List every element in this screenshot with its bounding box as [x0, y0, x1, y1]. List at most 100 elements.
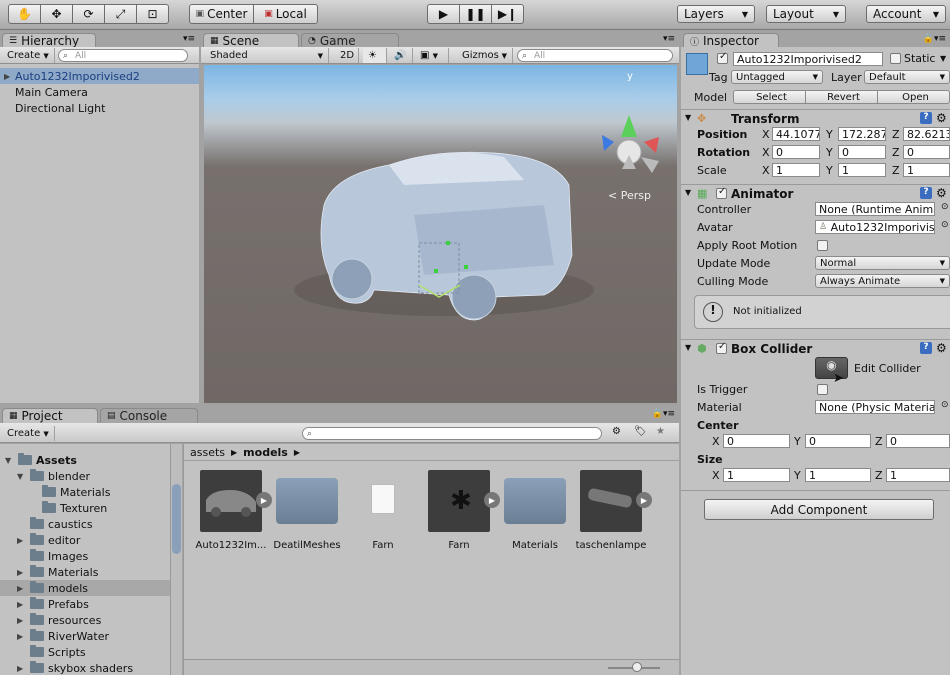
filter-type-icon[interactable]: ⚙	[612, 426, 621, 437]
asset-farn-file[interactable]: Farn	[347, 470, 419, 551]
tree-folder-item[interactable]: Materials	[0, 484, 170, 500]
help-icon[interactable]: ?	[920, 112, 932, 124]
tree-folder-item[interactable]: ▶ editor	[0, 532, 170, 548]
scene-audio-toggle[interactable]: 🔊	[389, 48, 413, 63]
asset-farn-mesh[interactable]: ✱ ▶ Farn	[423, 470, 500, 551]
layers-dropdown[interactable]: Layers ▼	[677, 5, 755, 23]
move-tool-button[interactable]: ✥	[40, 4, 73, 24]
filter-label-icon[interactable]: 🏷	[634, 426, 647, 437]
expand-asset-icon[interactable]: ▶	[256, 492, 272, 508]
rotation-z-input[interactable]: 0	[903, 145, 950, 159]
model-select-button[interactable]: Select	[733, 90, 806, 104]
center-z-input[interactable]: 0	[886, 434, 950, 448]
step-button[interactable]: ▶❙	[491, 4, 524, 24]
apply-root-motion-checkbox[interactable]	[817, 240, 828, 251]
position-y-input[interactable]: 172.287	[838, 127, 886, 141]
rect-tool-button[interactable]: ⊡	[136, 4, 169, 24]
scene-search-input[interactable]: ⌕ All	[517, 49, 673, 62]
expand-arrow-icon[interactable]: ▶	[17, 600, 23, 609]
scene-viewport[interactable]: y < Persp	[204, 65, 677, 403]
layout-dropdown[interactable]: Layout ▼	[766, 5, 846, 23]
size-x-input[interactable]: 1	[723, 468, 790, 482]
account-dropdown[interactable]: Account ▼	[866, 5, 946, 23]
hierarchy-item-directional-light[interactable]: Directional Light	[0, 100, 199, 116]
tree-folder-item[interactable]: ▼ blender	[0, 468, 170, 484]
tree-folder-item[interactable]: ▶ Materials	[0, 564, 170, 580]
static-dropdown-arrow-icon[interactable]: ▼	[940, 54, 946, 63]
asset-materials-folder[interactable]: Materials	[499, 470, 571, 551]
hand-tool-button[interactable]: ✋	[8, 4, 41, 24]
size-y-input[interactable]: 1	[805, 468, 871, 482]
settings-gear-icon[interactable]: ⚙	[936, 111, 947, 125]
static-checkbox[interactable]	[890, 53, 901, 64]
breadcrumb-assets[interactable]: assets	[190, 446, 225, 459]
layer-dropdown[interactable]: Default ▼	[864, 70, 950, 84]
tree-folder-item[interactable]: ▶ RiverWater	[0, 628, 170, 644]
is-trigger-checkbox[interactable]	[817, 384, 828, 395]
model-open-button[interactable]: Open	[877, 90, 950, 104]
tree-folder-item[interactable]: caustics	[0, 516, 170, 532]
tree-folder-item[interactable]: ▶ skybox shaders	[0, 660, 170, 675]
tree-folder-item[interactable]: ▶ models	[0, 580, 170, 596]
hierarchy-item-main-camera[interactable]: Main Camera	[0, 84, 199, 100]
tab-project[interactable]: ▦ Project	[2, 408, 98, 423]
tree-scrollbar[interactable]	[170, 444, 182, 675]
settings-gear-icon[interactable]: ⚙	[936, 341, 947, 355]
expand-arrow-icon[interactable]: ▼	[17, 472, 23, 481]
help-icon[interactable]: ?	[920, 187, 932, 199]
culling-mode-dropdown[interactable]: Always Animate ▼	[815, 274, 950, 288]
favorite-star-icon[interactable]: ★	[656, 426, 665, 437]
size-z-input[interactable]: 1	[886, 468, 950, 482]
position-x-input[interactable]: 44.1077	[772, 127, 820, 141]
controller-object-field[interactable]: None (Runtime Anima	[815, 202, 935, 216]
tree-folder-item[interactable]: Scripts	[0, 644, 170, 660]
object-name-input[interactable]: Auto1232Imporivised2	[733, 52, 883, 66]
box-collider-enabled-checkbox[interactable]	[716, 341, 727, 354]
panel-menu-icon[interactable]: 🔒▾≡	[652, 409, 675, 419]
avatar-object-field[interactable]: ♙ Auto1232Imporivis	[815, 220, 935, 234]
center-x-input[interactable]: 0	[723, 434, 790, 448]
expand-arrow-icon[interactable]: ▶	[17, 616, 23, 625]
tab-inspector[interactable]: ⓘ Inspector	[683, 33, 779, 48]
tree-root-assets[interactable]: ▼ Assets	[0, 452, 170, 468]
play-button[interactable]: ▶	[427, 4, 460, 24]
update-mode-dropdown[interactable]: Normal ▼	[815, 256, 950, 270]
object-picker-icon[interactable]: ⊙	[941, 202, 949, 212]
orientation-gizmo[interactable]	[602, 115, 659, 173]
physic-material-field[interactable]: None (Physic Materia	[815, 400, 935, 414]
tree-folder-item[interactable]: Images	[0, 548, 170, 564]
fold-arrow-icon[interactable]: ▼	[685, 188, 691, 197]
tab-game[interactable]: ◔ Game	[301, 33, 399, 48]
shading-mode-dropdown[interactable]: Shaded ▼	[205, 48, 329, 63]
rotation-x-input[interactable]: 0	[772, 145, 820, 159]
scale-x-input[interactable]: 1	[772, 163, 820, 177]
persp-label[interactable]: < Persp	[608, 189, 651, 202]
rotation-y-input[interactable]: 0	[838, 145, 886, 159]
panel-menu-icon[interactable]: ▾≡	[663, 34, 675, 44]
expand-arrow-icon[interactable]: ▶	[17, 584, 23, 593]
tree-scrollbar-thumb[interactable]	[172, 484, 181, 554]
asset-deatilmeshes[interactable]: DeatilMeshes	[271, 470, 343, 551]
model-revert-button[interactable]: Revert	[805, 90, 878, 104]
scale-z-input[interactable]: 1	[903, 163, 950, 177]
fold-arrow-icon[interactable]: ▼	[685, 343, 691, 352]
tab-scene[interactable]: ▦ Scene	[203, 33, 299, 48]
animator-header[interactable]: ▼ ▦ Animator ? ⚙	[681, 184, 950, 202]
box-collider-header[interactable]: ▼ ⬢ Box Collider ? ⚙	[681, 339, 950, 357]
expand-arrow-icon[interactable]: ▼	[5, 456, 11, 465]
tab-console[interactable]: ▤ Console	[100, 408, 198, 423]
pivot-center-button[interactable]: ▣ Center	[189, 4, 254, 24]
mode-2d-toggle[interactable]: 2D	[335, 48, 359, 63]
scene-lighting-toggle[interactable]: ☀	[363, 48, 387, 63]
tab-hierarchy[interactable]: ☰ Hierarchy	[2, 33, 96, 48]
expand-arrow-icon[interactable]: ▶	[4, 72, 10, 81]
settings-gear-icon[interactable]: ⚙	[936, 186, 947, 200]
asset-taschenlampe[interactable]: ▶ taschenlampe	[575, 470, 652, 551]
help-icon[interactable]: ?	[920, 342, 932, 354]
active-checkbox[interactable]	[717, 51, 728, 64]
center-y-input[interactable]: 0	[805, 434, 871, 448]
scale-y-input[interactable]: 1	[838, 163, 886, 177]
asset-auto1232[interactable]: ▶ Auto1232Im...	[195, 470, 272, 551]
expand-asset-icon[interactable]: ▶	[484, 492, 500, 508]
add-component-button[interactable]: Add Component	[704, 499, 934, 520]
